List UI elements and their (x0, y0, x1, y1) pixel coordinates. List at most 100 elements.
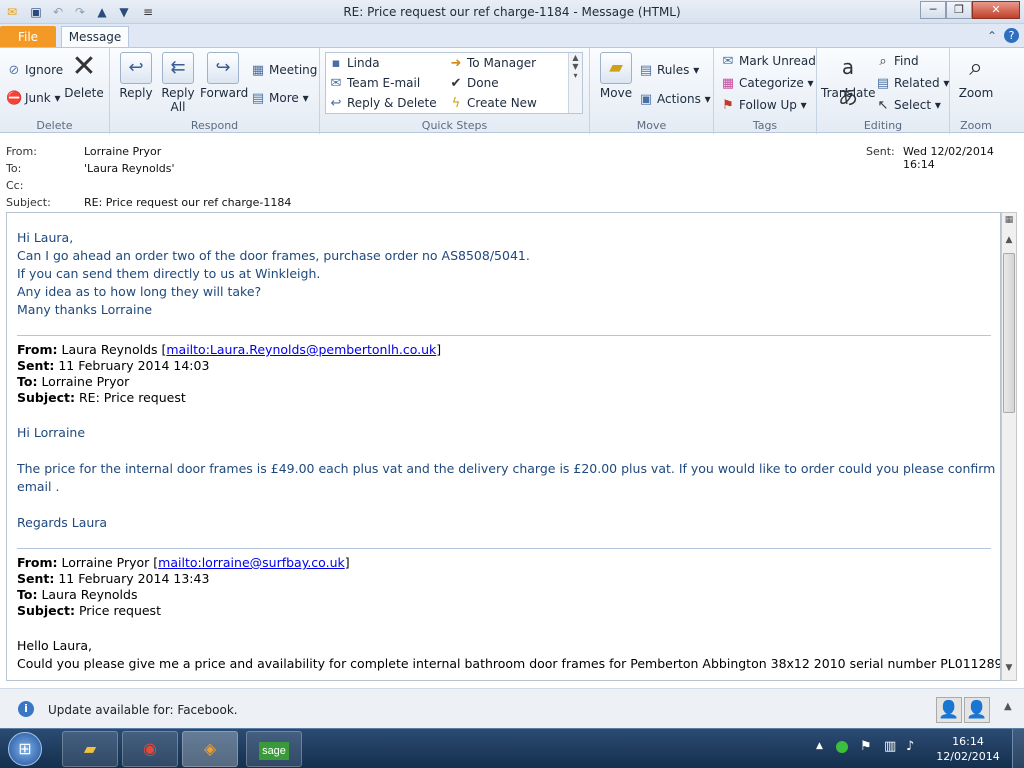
ignore-button[interactable]: ⊘ Ignore (6, 60, 64, 80)
expand-icon: ▾ (573, 71, 578, 80)
group-editing: aあ Translate ⌕ Find ▤ Related ▾ ↖ Select ▾ E… (817, 48, 950, 134)
delete-button[interactable]: ✕ Delete (64, 52, 104, 101)
title-bar: ✉ ▣ ↶ ↷ ▲ ▼ ≡ RE: Price request our ref … (0, 0, 1024, 24)
group-label-tags: Tags (752, 119, 778, 132)
rules-button[interactable]: ▤ Rules ▾ (638, 60, 699, 80)
reply-icon: ↩ (120, 52, 152, 84)
message-body[interactable]: Hi Laura, Can I go ahead an order two of… (6, 212, 1001, 681)
info-icon: i (18, 701, 34, 717)
quote2-to: To: Laura Reynolds (17, 587, 138, 602)
group-label-delete: Delete (36, 119, 73, 132)
junk-button[interactable]: ⛔ Junk ▾ (6, 88, 61, 108)
taskbar-chrome[interactable]: ◉ (122, 731, 178, 767)
group-label-zoom: Zoom (960, 119, 992, 132)
meeting-button[interactable]: ▦ Meeting (250, 60, 318, 80)
status-green-icon[interactable] (836, 741, 848, 753)
tab-file[interactable]: File (0, 26, 56, 48)
to-value[interactable]: 'Laura Reynolds' (84, 162, 175, 175)
magnifier-icon: ⌕ (969, 53, 983, 81)
reply-all-button[interactable]: ⇇ Reply All (158, 52, 198, 114)
show-desktop-button[interactable] (1012, 729, 1024, 768)
ignore-icon: ⊘ (8, 63, 20, 78)
related-button[interactable]: ▤ Related ▾ (875, 73, 950, 93)
scroll-up-icon[interactable]: ▲ (1003, 235, 1015, 249)
forward-mail-icon: ➜ (450, 56, 462, 71)
group-label-quick-steps: Quick Steps (421, 119, 488, 132)
reading-pane-icon[interactable]: ▦ (1003, 215, 1015, 229)
quickstep-reply-delete[interactable]: ↩ Reply & Delete (328, 94, 437, 113)
binoculars-icon: ⌕ (879, 54, 887, 69)
more-button[interactable]: ▤ More ▾ (250, 88, 309, 108)
volume-icon[interactable]: ♪ (906, 739, 914, 754)
scroll-thumb[interactable] (1003, 253, 1015, 413)
minimize-button[interactable]: ─ (920, 1, 946, 19)
reply-line: If you can send them directly to us at W… (17, 266, 321, 281)
quote1-sent: Sent: 11 February 2014 14:03 (17, 358, 210, 373)
scroll-down-icon[interactable]: ▼ (1003, 663, 1015, 677)
quickstep-done[interactable]: ✔ Done (448, 74, 499, 93)
group-quick-steps: ▪ Linda ➜ To Manager ✉ Team E-mail ✔ Done ↩ R… (320, 48, 590, 134)
start-button[interactable]: ⊞ (8, 732, 42, 766)
ribbon-tab-bar: File Message ⌃ ? (0, 24, 1024, 49)
reply-line: Many thanks Lorraine (17, 302, 153, 317)
contact-photo-icon[interactable]: 👤 (936, 697, 962, 723)
taskbar-clock[interactable]: 16:14 12/02/2014 (930, 734, 1006, 764)
find-button[interactable]: ⌕ Find (875, 51, 918, 71)
restore-icon: ❐ (954, 3, 964, 16)
reply-button[interactable]: ↩ Reply (116, 52, 156, 100)
tab-message[interactable]: Message (61, 26, 129, 49)
chrome-icon: ◉ (143, 739, 157, 758)
chevron-up-icon: ▲ (572, 53, 579, 62)
chevron-up-icon[interactable]: ▲ (1004, 701, 1012, 712)
contact-photo-icon[interactable]: 👤 (964, 697, 990, 723)
taskbar-explorer[interactable]: ▰ (62, 731, 118, 767)
quickstep-create-new[interactable]: ϟ Create New (448, 94, 537, 113)
quick-steps-scroll[interactable]: ▲ ▼ ▾ (568, 53, 582, 113)
vertical-scrollbar[interactable]: ▦ ▲ ▼ (1001, 212, 1017, 681)
people-pane-bar: i Update available for: Facebook. 👤 👤 ▲ (0, 688, 1024, 728)
select-button[interactable]: ↖ Select ▾ (875, 95, 941, 115)
help-icon[interactable]: ? (1004, 28, 1019, 43)
mark-unread-button[interactable]: ✉ Mark Unread (720, 51, 816, 71)
maximize-button[interactable]: ❐ (946, 1, 972, 19)
taskbar-sage[interactable]: sage (246, 731, 302, 767)
calendar-icon: ▦ (251, 63, 265, 78)
chevron-up-icon[interactable]: ⌃ (984, 28, 1000, 44)
windows-taskbar: ⊞ ▰ ◉ ◈ sage ▲ ⚑ ▥ ♪ 16:14 12/02/2014 (0, 728, 1024, 768)
more-icon: ▤ (251, 91, 265, 106)
zoom-button[interactable]: ⌕ Zoom (956, 52, 996, 100)
translate-button[interactable]: aあ Translate (821, 52, 876, 109)
outlook-message-window: ✉ ▣ ↶ ↷ ▲ ▼ ≡ RE: Price request our ref … (0, 0, 1024, 768)
team-email-icon: ✉ (330, 76, 342, 91)
quickstep-team-email[interactable]: ✉ Team E-mail (328, 74, 421, 93)
category-icon: ▦ (721, 76, 735, 91)
minimize-icon: ─ (929, 3, 937, 16)
categorize-button[interactable]: ▦ Categorize ▾ (720, 73, 814, 93)
quote2-mailto-link[interactable]: mailto:lorraine@surfbay.co.uk (158, 555, 345, 570)
from-value[interactable]: Lorraine Pryor (84, 145, 161, 158)
quote1-mailto-link[interactable]: mailto:Laura.Reynolds@pembertonlh.co.uk (166, 342, 436, 357)
close-button[interactable]: ✕ (972, 1, 1020, 19)
quote1-subject: Subject: RE: Price request (17, 390, 186, 405)
quickstep-to-manager[interactable]: ➜ To Manager (448, 54, 537, 73)
forward-button[interactable]: ↪ Forward (200, 52, 248, 100)
actions-button[interactable]: ▣ Actions ▾ (638, 89, 711, 109)
quote1-to: To: Lorraine Pryor (17, 374, 130, 389)
follow-up-button[interactable]: ⚑ Follow Up ▾ (720, 95, 807, 115)
group-tags: ✉ Mark Unread ▦ Categorize ▾ ⚑ Follow Up ▾ … (714, 48, 817, 134)
reply-all-icon: ⇇ (162, 52, 194, 84)
flag-icon[interactable]: ⚑ (860, 739, 872, 754)
related-icon: ▤ (876, 76, 890, 91)
tray-expand-icon[interactable]: ▲ (816, 741, 823, 751)
network-icon[interactable]: ▥ (884, 739, 896, 754)
quote2-from: From: Lorraine Pryor [mailto:lorraine@su… (17, 555, 350, 570)
sage-icon: sage (259, 742, 289, 760)
group-label-editing: Editing (863, 119, 903, 132)
update-text[interactable]: Update available for: Facebook. (48, 703, 238, 717)
reply-line: Can I go ahead an order two of the door … (17, 248, 530, 263)
move-button[interactable]: ▰ Move (596, 52, 636, 100)
quote1-greeting: Hi Lorraine (17, 425, 86, 440)
quote1-from: From: Laura Reynolds [mailto:Laura.Reyno… (17, 342, 442, 357)
taskbar-outlook[interactable]: ◈ (182, 731, 238, 767)
quickstep-linda[interactable]: ▪ Linda (328, 54, 380, 73)
